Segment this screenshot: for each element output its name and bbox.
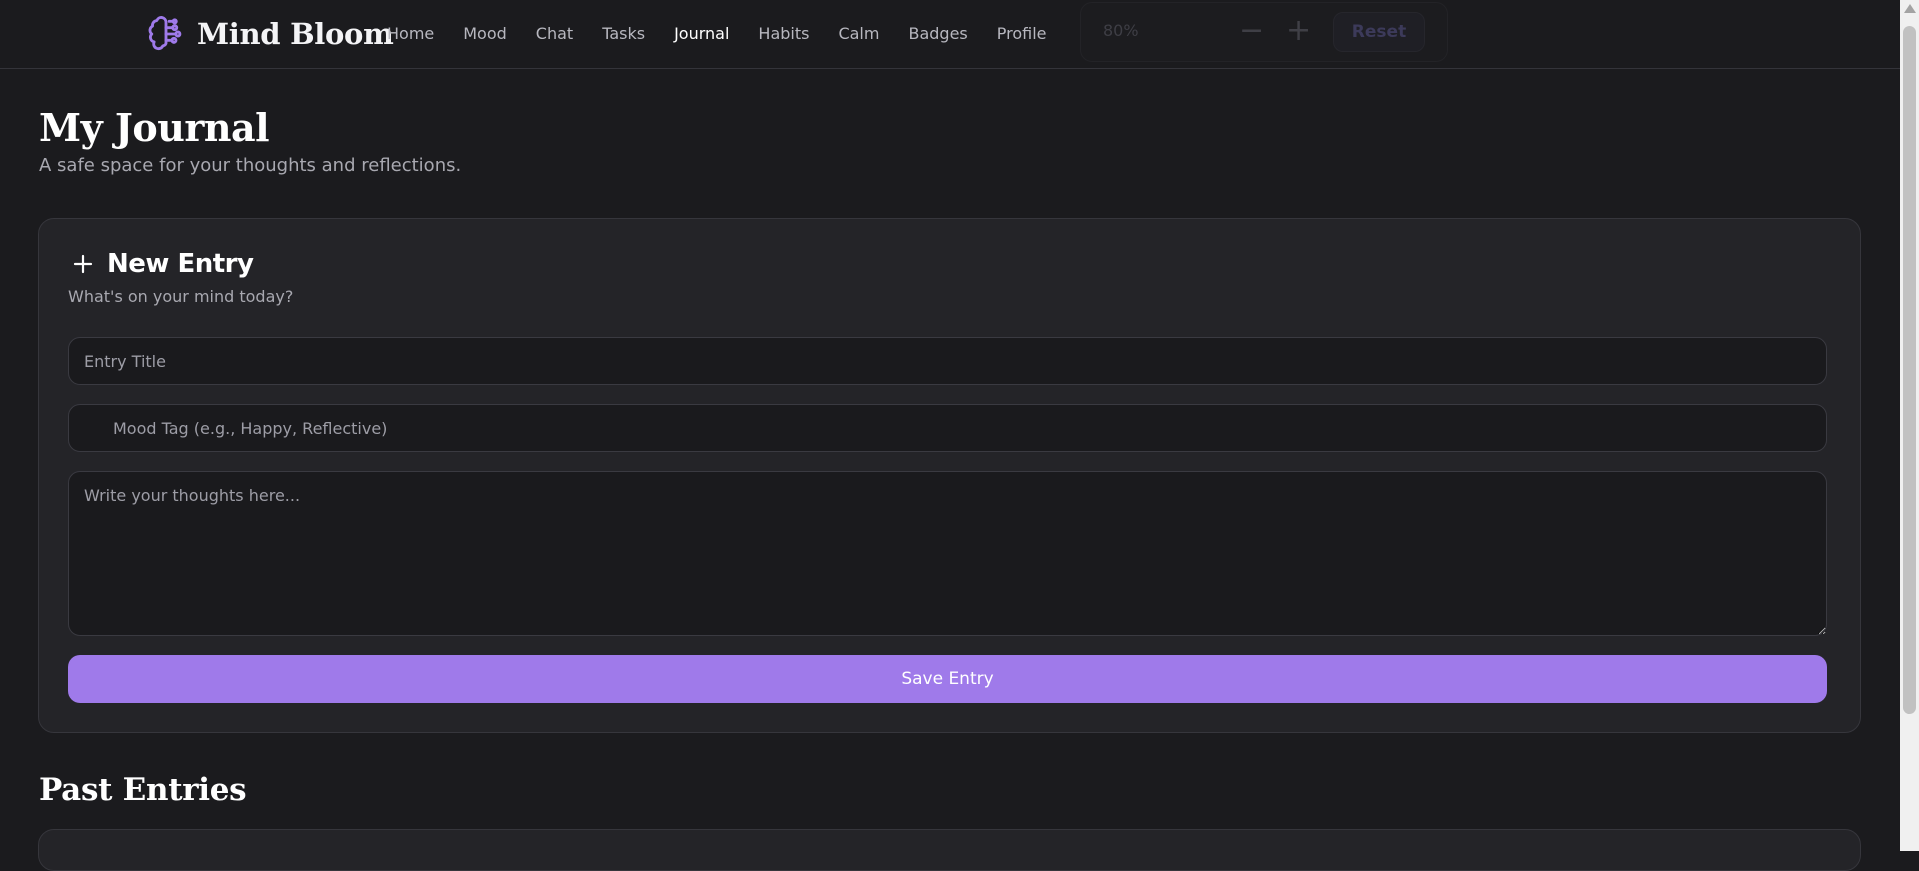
- zoom-out-button[interactable]: −: [1239, 11, 1264, 51]
- nav-item-journal[interactable]: Journal: [674, 24, 729, 43]
- nav-item-habits[interactable]: Habits: [758, 24, 809, 43]
- nav-item-home[interactable]: Home: [387, 24, 434, 43]
- new-entry-header: New Entry: [71, 249, 254, 279]
- vertical-scrollbar[interactable]: [1900, 0, 1919, 851]
- nav-item-calm[interactable]: Calm: [838, 24, 879, 43]
- brand[interactable]: Mind Bloom: [147, 15, 394, 53]
- new-entry-subtitle: What's on your mind today?: [68, 287, 294, 306]
- plus-icon: [73, 254, 93, 274]
- nav-item-mood[interactable]: Mood: [463, 24, 507, 43]
- scroll-up-arrow-icon[interactable]: [1904, 4, 1916, 13]
- app-name: Mind Bloom: [197, 17, 394, 51]
- nav-item-profile[interactable]: Profile: [997, 24, 1047, 43]
- zoom-level: 80%: [1103, 21, 1139, 40]
- nav-item-tasks[interactable]: Tasks: [602, 24, 645, 43]
- past-entries-card: [38, 829, 1861, 871]
- nav-item-badges[interactable]: Badges: [908, 24, 967, 43]
- scrollbar-thumb[interactable]: [1903, 26, 1916, 714]
- zoom-control: 80% − + Reset: [1080, 2, 1448, 62]
- app-root: Mind Bloom Home Mood Chat Tasks Journal …: [0, 0, 1919, 871]
- new-entry-title: New Entry: [107, 249, 254, 279]
- mood-tag-field: [68, 404, 1827, 452]
- page-subtitle: A safe space for your thoughts and refle…: [39, 155, 462, 176]
- top-navigation-bar: Mind Bloom Home Mood Chat Tasks Journal …: [0, 0, 1900, 69]
- entry-title-input[interactable]: [68, 337, 1827, 385]
- past-entries-heading: Past Entries: [39, 772, 247, 808]
- page-title: My Journal: [39, 105, 270, 150]
- save-entry-button[interactable]: Save Entry: [68, 655, 1827, 703]
- nav-item-chat[interactable]: Chat: [536, 24, 573, 43]
- zoom-in-button[interactable]: +: [1286, 11, 1311, 51]
- entry-body-textarea[interactable]: [68, 471, 1827, 636]
- new-entry-card: New Entry What's on your mind today? Sav…: [38, 218, 1861, 733]
- mood-tag-input[interactable]: [68, 404, 1827, 452]
- zoom-reset-button[interactable]: Reset: [1333, 12, 1425, 52]
- main-nav: Home Mood Chat Tasks Journal Habits Calm…: [387, 24, 1076, 43]
- brain-icon: [148, 16, 182, 51]
